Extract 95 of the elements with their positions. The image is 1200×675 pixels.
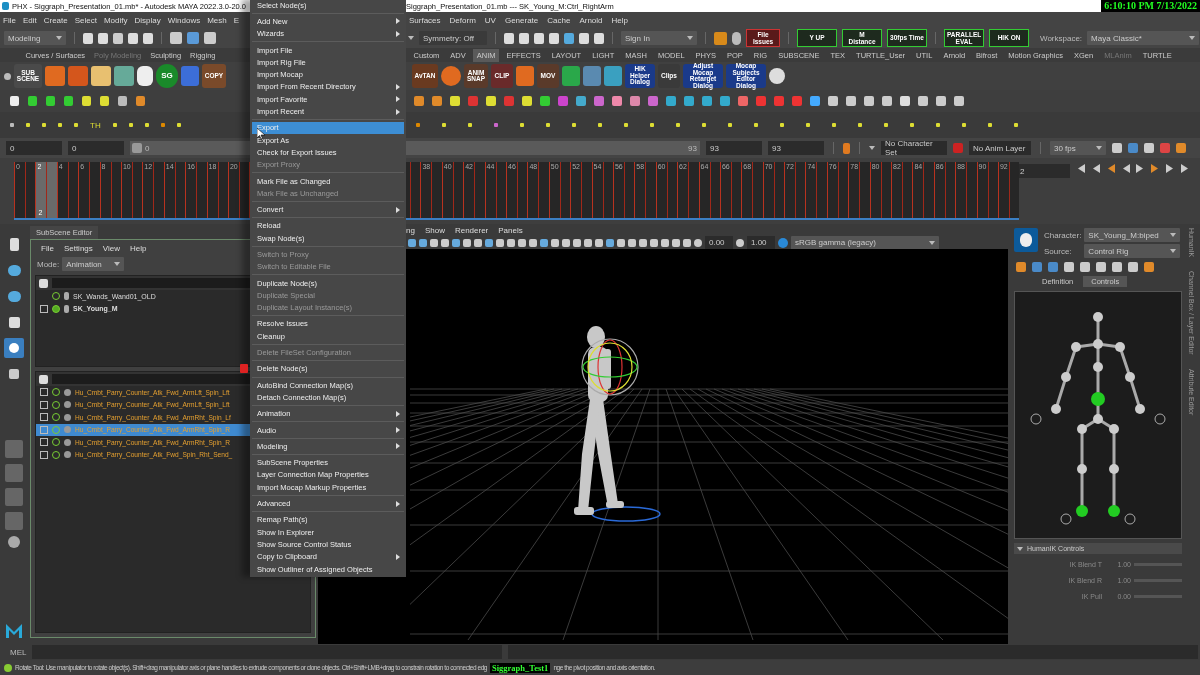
expand-icon[interactable] [40, 304, 48, 313]
row-label: TH [90, 120, 101, 130]
submenu-arrow-icon [396, 553, 400, 560]
mode-dropdown[interactable]: Animation [62, 257, 125, 271]
submenu-arrow-icon [396, 410, 400, 417]
color-space-dropdown[interactable]: sRGB gamma (legacy) [791, 235, 939, 250]
source-dropdown[interactable]: Control Rig [1084, 244, 1181, 258]
mode-label: Mode: [37, 259, 60, 269]
menu-item[interactable]: Arnold [579, 15, 603, 25]
caret-icon [114, 262, 121, 266]
menu-item[interactable]: Renderer [454, 225, 489, 235]
tool-icon[interactable] [112, 123, 117, 127]
menu-item[interactable]: Windows [167, 15, 201, 25]
menu-item[interactable]: Cache [547, 15, 571, 25]
app-icon [2, 2, 9, 10]
caret-icon [56, 36, 62, 40]
menu-item[interactable]: Mesh [207, 15, 227, 25]
tool-icon[interactable] [519, 32, 529, 44]
workspace-dropdown[interactable]: Maya Classic* [1087, 31, 1200, 45]
slider-start: 0 [145, 143, 150, 153]
range-end-field[interactable]: 93 [706, 141, 762, 155]
tool-icon[interactable] [534, 32, 544, 44]
menu-item[interactable]: UV [484, 15, 496, 25]
menu-item[interactable]: Select [74, 15, 97, 25]
workspace-label: Workspace: [1040, 33, 1083, 43]
tool-icon[interactable] [549, 32, 559, 44]
menu-item[interactable]: Edit [22, 15, 37, 25]
menu-item[interactable]: File [3, 15, 16, 25]
fps-dropdown[interactable]: 30 fps [1050, 141, 1106, 155]
slider-end: 93 [688, 143, 697, 153]
tool-icon[interactable] [594, 32, 604, 44]
menu-item[interactable]: Surfaces [409, 15, 441, 25]
end-field[interactable]: 93 [768, 141, 824, 155]
caret-icon [929, 240, 935, 245]
caret-icon [1017, 546, 1023, 551]
humanik-logo-icon[interactable] [1014, 228, 1038, 252]
tool-icon[interactable] [504, 32, 514, 44]
grip-icon [132, 143, 142, 153]
menu-item[interactable]: Settings [63, 244, 93, 253]
tool-icon[interactable] [113, 32, 123, 44]
menu-item[interactable]: Generate [504, 15, 539, 25]
source-label: Source: [1044, 246, 1073, 256]
command-language-label: MEL [10, 647, 27, 657]
caret-icon [1096, 146, 1102, 150]
tool-icon[interactable] [579, 32, 589, 44]
tool-icon[interactable] [143, 32, 153, 44]
menu-item[interactable]: Create [43, 15, 68, 25]
tool-icon[interactable] [98, 32, 108, 44]
exposure-field[interactable]: 0.00 [705, 235, 733, 250]
command-field[interactable] [32, 645, 503, 659]
menu-item[interactable]: View [102, 244, 120, 253]
symmetry-field[interactable]: Symmetry: Off [419, 31, 487, 45]
menu-item[interactable]: Help [130, 244, 147, 253]
sign-in-dropdown[interactable]: Sign In [621, 31, 697, 45]
tool-icon[interactable] [144, 123, 149, 127]
caret-icon [869, 146, 875, 150]
caret-icon [687, 36, 693, 40]
submenu-arrow-icon [396, 427, 400, 434]
character-label: Character: [1044, 230, 1082, 240]
submenu-arrow-icon [396, 443, 400, 450]
tool-icon[interactable] [714, 31, 727, 45]
app-logo-icon [6, 624, 22, 638]
clock-overlay: 6:10:10 PM 7/13/2022 [1101, 0, 1200, 12]
menu-item[interactable]: Show [424, 225, 445, 235]
caret-icon [1170, 233, 1177, 237]
caret-icon [1170, 249, 1177, 253]
range-start-field[interactable]: 0 [68, 141, 124, 155]
tool-icon[interactable] [564, 32, 574, 44]
tool-icon[interactable] [160, 123, 165, 127]
tool-icon[interactable] [176, 123, 181, 127]
tool-icon[interactable] [128, 123, 133, 127]
tool-icon[interactable] [128, 32, 138, 44]
caret-icon [1189, 36, 1196, 40]
caption-overlay: Siggraph_Test1 [490, 662, 551, 673]
character-set-field[interactable]: No Character Set [881, 141, 947, 155]
menu-item[interactable]: Modify [103, 15, 128, 25]
menu-item[interactable]: Panels [498, 225, 523, 235]
submenu-arrow-icon [396, 500, 400, 507]
tool-icon[interactable] [83, 32, 93, 44]
mode-dropdown[interactable]: Modeling [4, 31, 66, 45]
menu-item[interactable]: E [233, 15, 240, 25]
shelf-tool-icon[interactable] [137, 66, 153, 86]
submenu-arrow-icon [396, 206, 400, 213]
character-dropdown[interactable]: SK_Young_M:biped [1084, 228, 1181, 242]
caret-icon [408, 36, 414, 40]
current-frame-field[interactable]: 2 [1016, 164, 1070, 178]
menu-item[interactable]: File [41, 244, 54, 253]
menu-item[interactable]: Deform [449, 15, 476, 25]
shelf-tool[interactable]: SG [156, 64, 178, 88]
start-field[interactable]: 0 [6, 141, 62, 155]
menu-item[interactable]: Display [134, 15, 161, 25]
menu-item[interactable]: Help [611, 15, 628, 25]
gamma-field[interactable]: 1.00 [747, 235, 775, 250]
anim-layer-field[interactable]: No Anim Layer [969, 141, 1031, 155]
menu-item[interactable]: ng [406, 225, 415, 235]
